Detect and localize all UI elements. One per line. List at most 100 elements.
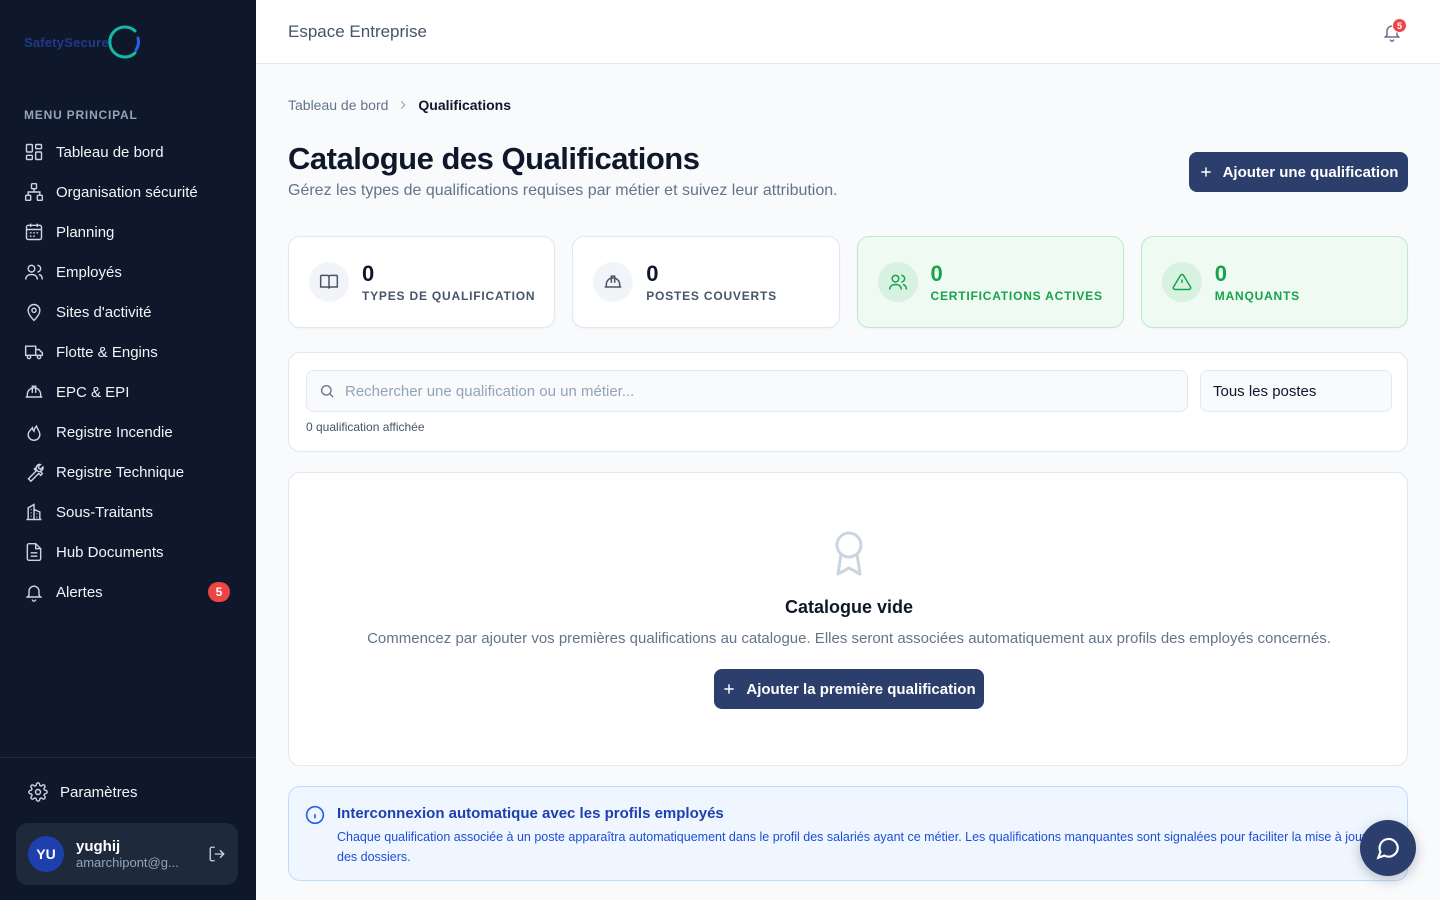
- sidebar-item-fire-register[interactable]: Registre Incendie: [12, 412, 244, 452]
- empty-state-card: Catalogue vide Commencez par ajouter vos…: [288, 472, 1408, 766]
- stat-icon-wrapper: [593, 262, 634, 302]
- sidebar-item-dashboard[interactable]: Tableau de bord: [12, 132, 244, 172]
- result-count: 0 qualification affichée: [306, 420, 425, 434]
- stat-text: 0 MANQUANTS: [1215, 261, 1300, 303]
- stat-value: 0: [362, 261, 375, 286]
- brand-logo[interactable]: SafetySecure: [24, 22, 145, 62]
- stat-value: 0: [930, 261, 943, 286]
- add-first-qualification-label: Ajouter la première qualification: [746, 680, 976, 698]
- warning-icon: [1172, 273, 1192, 291]
- map-pin-icon: [27, 303, 41, 322]
- sidebar-item-planning[interactable]: Planning: [12, 212, 244, 252]
- plus-icon: [1200, 167, 1211, 177]
- sidebar-item-label: EPC & EPI: [56, 383, 130, 401]
- sidebar-item-organisation[interactable]: Organisation sécurité: [12, 172, 244, 212]
- avatar: YU: [28, 836, 64, 872]
- logo-ring-icon: [108, 25, 140, 59]
- post-filter-select[interactable]: Tous les postes: [1200, 370, 1392, 412]
- truck-icon: [24, 345, 44, 360]
- stat-value: 0: [646, 261, 659, 286]
- page-subtitle: Gérez les types de qualifications requis…: [288, 182, 838, 199]
- breadcrumb-current: Qualifications: [418, 97, 511, 113]
- stat-value: 0: [1214, 261, 1227, 286]
- post-filter-value: Tous les postes: [1213, 382, 1317, 400]
- wrench-icon: [27, 463, 44, 482]
- stat-text: 0 CERTIFICATIONS ACTIVES: [931, 261, 1103, 303]
- settings-link[interactable]: Paramètres: [28, 782, 138, 802]
- sidebar-item-label: Registre Incendie: [56, 423, 173, 441]
- sidebar-item-employees[interactable]: Employés: [12, 252, 244, 292]
- page-title: Catalogue des Qualifications: [288, 141, 700, 176]
- search-box[interactable]: [306, 370, 1188, 412]
- info-text: Chaque qualification associée à un poste…: [337, 830, 1367, 864]
- sidebar-item-label: Registre Technique: [56, 463, 185, 481]
- sidebar-footer: Paramètres YU yughij amarchipont@g...: [0, 757, 256, 885]
- stat-text: 0 POSTES COUVERTS: [646, 261, 777, 303]
- empty-state-title: Catalogue vide: [784, 597, 914, 617]
- info-banner: Interconnexion automatique avec les prof…: [288, 786, 1408, 881]
- sidebar-item-label: Sites d'activité: [56, 303, 152, 321]
- sidebar-item-label: Tableau de bord: [56, 143, 164, 161]
- add-first-qualification-button[interactable]: Ajouter la première qualification: [714, 669, 984, 709]
- search-icon: [321, 385, 334, 398]
- book-icon: [319, 274, 339, 289]
- sidebar: SafetySecure MENU PRINCIPAL Tableau de b…: [0, 0, 256, 900]
- award-icon: [835, 531, 863, 576]
- stats-row: 0 TYPES DE QUALIFICATION 0 POSTES COUVER…: [288, 236, 1408, 328]
- info-title: Interconnexion automatique avec les prof…: [337, 805, 724, 822]
- document-icon: [26, 542, 42, 562]
- user-card[interactable]: YU yughij amarchipont@g...: [16, 823, 238, 885]
- sidebar-item-subcontractors[interactable]: Sous-Traitants: [12, 492, 244, 532]
- gear-icon: [28, 782, 48, 802]
- sidebar-item-documents[interactable]: Hub Documents: [12, 532, 244, 572]
- stat-label: POSTES COUVERTS: [646, 289, 777, 303]
- logout-icon[interactable]: [208, 845, 226, 863]
- sidebar-item-label: Flotte & Engins: [56, 343, 158, 361]
- add-qualification-label: Ajouter une qualification: [1222, 163, 1399, 181]
- main-nav: Tableau de bord Organisation sécurité Pl…: [12, 132, 244, 612]
- add-qualification-button[interactable]: Ajouter une qualification: [1189, 152, 1408, 192]
- user-email: amarchipont@g...: [76, 855, 179, 870]
- sidebar-item-label: Planning: [56, 223, 115, 241]
- logo-text: SafetySecure: [24, 34, 109, 50]
- breadcrumb-dashboard-link[interactable]: Tableau de bord: [288, 97, 388, 113]
- chevron-right-icon: [401, 101, 406, 109]
- top-header: Espace Entreprise 5: [256, 0, 1440, 64]
- chat-button[interactable]: [1360, 820, 1416, 876]
- stat-card-active-certifications: 0 CERTIFICATIONS ACTIVES: [856, 236, 1124, 328]
- notification-count-badge: 5: [1392, 18, 1407, 33]
- stat-card-covered-posts: 0 POSTES COUVERTS: [572, 236, 840, 328]
- filter-card: Tous les postes 0 qualification affichée: [288, 352, 1408, 452]
- sidebar-item-label: Alertes: [56, 583, 103, 601]
- sidebar-item-alerts[interactable]: Alertes 5: [12, 572, 244, 612]
- sidebar-item-label: Sous-Traitants: [56, 503, 153, 521]
- sidebar-item-label: Hub Documents: [56, 543, 164, 561]
- info-icon: [305, 805, 325, 825]
- calendar-icon: [25, 223, 43, 241]
- hard-hat-icon: [604, 275, 622, 288]
- alerts-count-badge: 5: [208, 582, 230, 602]
- settings-label: Paramètres: [60, 783, 138, 801]
- user-name: yughij: [76, 838, 121, 855]
- plus-icon: [724, 684, 735, 694]
- stat-icon-wrapper: [309, 262, 349, 302]
- stat-label: MANQUANTS: [1214, 289, 1300, 303]
- sidebar-item-epc-epi[interactable]: EPC & EPI: [12, 372, 244, 412]
- stat-icon-wrapper: [877, 262, 918, 302]
- org-chart-icon: [24, 182, 44, 202]
- users-icon: [24, 264, 44, 280]
- stat-label: CERTIFICATIONS ACTIVES: [930, 289, 1103, 303]
- stat-text: 0 TYPES DE QUALIFICATION: [362, 261, 535, 303]
- sidebar-item-fleet[interactable]: Flotte & Engins: [12, 332, 244, 372]
- building-icon: [26, 503, 42, 521]
- header-title: Espace Entreprise: [288, 22, 427, 41]
- menu-title: MENU PRINCIPAL: [24, 108, 138, 122]
- user-info: yughij amarchipont@g...: [76, 838, 208, 870]
- search-input[interactable]: [345, 382, 1187, 400]
- sidebar-item-technical-register[interactable]: Registre Technique: [12, 452, 244, 492]
- breadcrumb: Tableau de bord Qualifications: [288, 97, 511, 113]
- stat-card-qualification-types: 0 TYPES DE QUALIFICATION: [288, 236, 556, 328]
- stat-icon-wrapper: [1161, 262, 1202, 302]
- sidebar-item-sites[interactable]: Sites d'activité: [12, 292, 244, 332]
- flame-icon: [27, 424, 41, 442]
